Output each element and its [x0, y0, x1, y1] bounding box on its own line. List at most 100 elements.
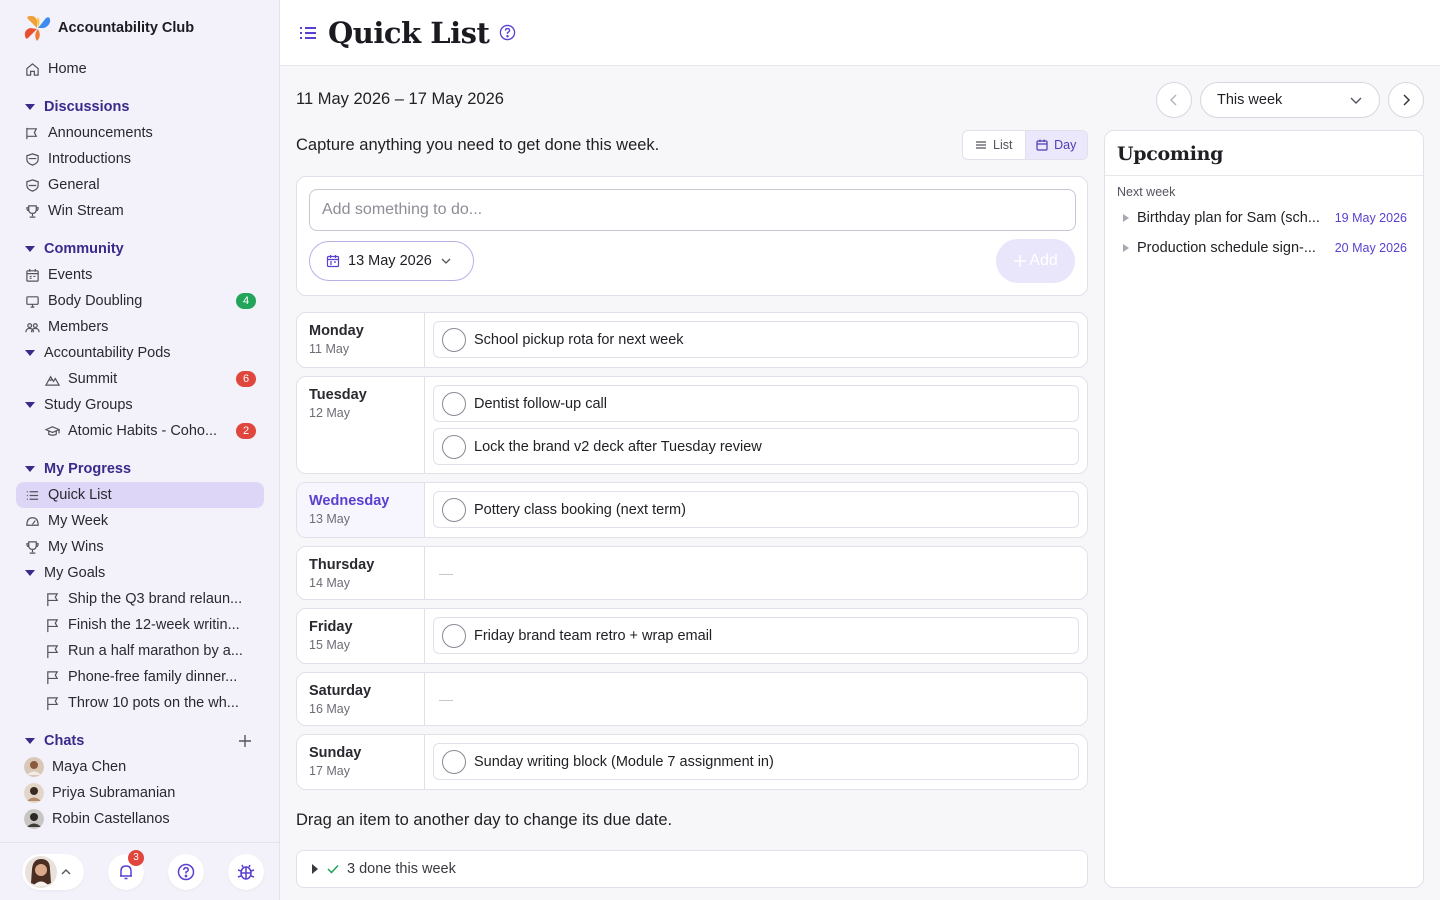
- profile-menu-button[interactable]: [22, 853, 84, 890]
- task-item[interactable]: Friday brand team retro + wrap email: [433, 617, 1079, 654]
- day-header: Sunday 17 May: [297, 735, 425, 789]
- upcoming-item[interactable]: Production schedule sign-... 20 May 2026: [1105, 233, 1423, 263]
- sidebar-item-win-stream[interactable]: Win Stream: [16, 198, 264, 224]
- day-date: 15 May: [309, 638, 350, 652]
- sidebar-item-body-doubling[interactable]: Body Doubling 4: [16, 288, 264, 314]
- task-checkbox[interactable]: [442, 749, 466, 774]
- chat-item[interactable]: Robin Castellanos: [16, 806, 264, 832]
- brand[interactable]: Accountability Club: [24, 14, 194, 42]
- section-chats[interactable]: Chats: [16, 728, 264, 754]
- check-icon: [327, 863, 339, 875]
- task-title: Dentist follow-up call: [474, 395, 607, 412]
- sidebar-item-label: Phone-free family dinner...: [68, 669, 238, 685]
- chat-item[interactable]: Maya Chen: [16, 754, 264, 780]
- sidebar-item-study-groups[interactable]: Study Groups: [16, 392, 264, 418]
- task-checkbox[interactable]: [442, 434, 466, 459]
- sidebar-item-goal[interactable]: Throw 10 pots on the wh...: [16, 690, 264, 716]
- list-icon: [24, 487, 40, 503]
- section-community[interactable]: Community: [16, 236, 264, 262]
- task-item[interactable]: Sunday writing block (Module 7 assignmen…: [433, 743, 1079, 780]
- day-name: Saturday: [309, 683, 372, 699]
- home-icon: [24, 61, 40, 77]
- upcoming-group-label: Next week: [1117, 185, 1176, 199]
- chat-name: Maya Chen: [52, 759, 127, 775]
- sidebar-item-goal[interactable]: Run a half marathon by a...: [16, 638, 264, 664]
- done-this-week-toggle[interactable]: 3 done this week: [296, 850, 1088, 888]
- section-discussions[interactable]: Discussions: [16, 94, 264, 120]
- sidebar-item-my-wins[interactable]: My Wins: [16, 534, 264, 560]
- chat-name: Robin Castellanos: [52, 811, 170, 827]
- task-item[interactable]: School pickup rota for next week: [433, 321, 1079, 358]
- section-my-progress[interactable]: My Progress: [16, 456, 264, 482]
- upcoming-item[interactable]: Birthday plan for Sam (sch... 19 May 202…: [1105, 203, 1423, 233]
- day-name: Monday: [309, 323, 364, 339]
- sidebar-item-general[interactable]: General: [16, 172, 264, 198]
- task-title: Friday brand team retro + wrap email: [474, 627, 713, 644]
- previous-week-button[interactable]: [1156, 82, 1192, 118]
- empty-day-placeholder: —: [439, 565, 453, 581]
- sidebar-item-goal[interactable]: Ship the Q3 brand relaun...: [16, 586, 264, 612]
- sidebar-item-introductions[interactable]: Introductions: [16, 146, 264, 172]
- announcement-icon: [24, 125, 40, 141]
- unread-badge: 4: [236, 293, 256, 309]
- next-week-button[interactable]: [1388, 82, 1424, 118]
- view-list-button[interactable]: List: [963, 131, 1025, 159]
- avatar: [24, 757, 44, 777]
- sidebar-item-accountability-pods[interactable]: Accountability Pods: [16, 340, 264, 366]
- day-header: Friday 15 May: [297, 609, 425, 663]
- caret-down-icon: [24, 399, 36, 411]
- help-button[interactable]: [168, 853, 204, 890]
- task-checkbox[interactable]: [442, 497, 466, 522]
- sidebar-item-my-goals[interactable]: My Goals: [16, 560, 264, 586]
- due-date-picker[interactable]: 13 May 2026: [309, 241, 474, 281]
- help-icon: [177, 863, 195, 881]
- add-task-input[interactable]: [309, 189, 1076, 231]
- sidebar-item-members[interactable]: Members: [16, 314, 264, 340]
- sidebar-item-my-week[interactable]: My Week: [16, 508, 264, 534]
- page-subtitle: Capture anything you need to get done th…: [296, 136, 660, 154]
- section-label: Community: [44, 241, 124, 257]
- sidebar-item-label: My Wins: [48, 539, 104, 555]
- task-item[interactable]: Lock the brand v2 deck after Tuesday rev…: [433, 428, 1079, 465]
- caret-down-icon: [24, 567, 36, 579]
- add-task-button[interactable]: Add: [996, 239, 1075, 283]
- task-item[interactable]: Dentist follow-up call: [433, 385, 1079, 422]
- sidebar-item-label: Throw 10 pots on the wh...: [68, 695, 239, 711]
- flag-icon: [44, 669, 60, 685]
- sidebar-item-goal[interactable]: Finish the 12-week writin...: [16, 612, 264, 638]
- caret-right-icon: [1123, 244, 1129, 252]
- sidebar-item-goal[interactable]: Phone-free family dinner...: [16, 664, 264, 690]
- trophy-icon: [24, 203, 40, 219]
- day-date: 14 May: [309, 576, 350, 590]
- upcoming-item-title: Production schedule sign-...: [1137, 240, 1316, 256]
- sidebar-item-label: Announcements: [48, 125, 153, 141]
- plus-icon[interactable]: [236, 732, 254, 750]
- flag-icon: [44, 643, 60, 659]
- sidebar-item-summit[interactable]: Summit 6: [16, 366, 264, 392]
- task-checkbox[interactable]: [442, 327, 466, 352]
- day-name: Friday: [309, 619, 353, 635]
- sidebar-item-label: General: [48, 177, 100, 193]
- sidebar-item-announcements[interactable]: Announcements: [16, 120, 264, 146]
- help-icon[interactable]: [499, 24, 516, 41]
- sidebar-item-events[interactable]: Events: [16, 262, 264, 288]
- bug-report-button[interactable]: [228, 853, 264, 890]
- due-date-value: 13 May 2026: [348, 253, 432, 269]
- view-day-button[interactable]: Day: [1024, 131, 1087, 159]
- flag-icon: [44, 695, 60, 711]
- day-row-wednesday: Wednesday 13 May Pottery class booking (…: [296, 482, 1088, 538]
- sidebar-item-quick-list[interactable]: Quick List: [16, 482, 264, 508]
- chevron-left-icon: [1167, 93, 1181, 107]
- notifications-button[interactable]: 3: [108, 849, 144, 890]
- chat-item[interactable]: Priya Subramanian: [16, 780, 264, 806]
- task-title: Pottery class booking (next term): [474, 501, 686, 518]
- task-checkbox[interactable]: [442, 391, 466, 416]
- week-select[interactable]: This week: [1200, 82, 1380, 118]
- flag-icon: [44, 591, 60, 607]
- task-item[interactable]: Pottery class booking (next term): [433, 491, 1079, 528]
- task-checkbox[interactable]: [442, 623, 466, 648]
- sidebar-item-label: Summit: [68, 371, 118, 387]
- day-row-thursday: Thursday 14 May —: [296, 546, 1088, 600]
- sidebar-item-atomic-habits[interactable]: Atomic Habits - Coho... 2: [16, 418, 264, 444]
- sidebar-item-home[interactable]: Home: [16, 56, 264, 82]
